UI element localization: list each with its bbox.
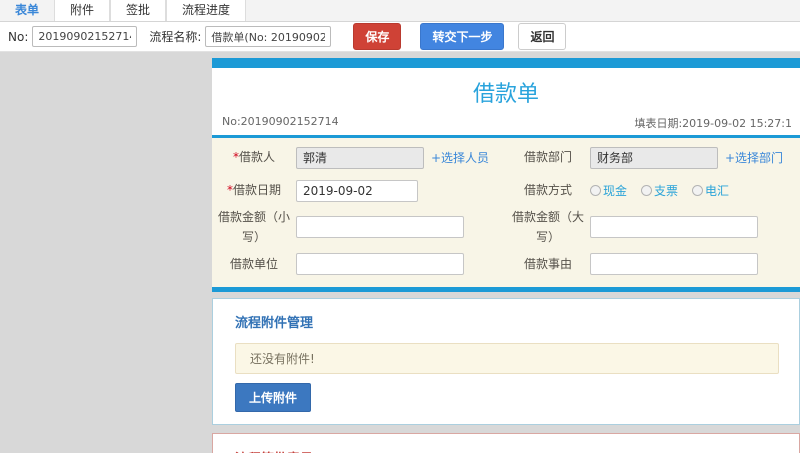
form-left-column: *借款人 +选择人员 *借款日期 借款金额（小写） [212, 141, 506, 281]
borrower-label: *借款人 [232, 150, 275, 165]
form-date-text: 填表日期:2019-09-02 15:27:1 [634, 117, 792, 130]
no-attachment-message: 还没有附件! [235, 342, 779, 374]
form-number-text: No:20190902152714 [222, 115, 339, 128]
attachment-section: 流程附件管理 还没有附件! 上传附件 [212, 297, 800, 425]
amount-lower-label: 借款金额（小写） [217, 210, 290, 245]
loan-reason-input[interactable] [590, 253, 758, 276]
no-label: No: [8, 29, 29, 44]
page-title: 借款单 [472, 82, 539, 107]
tab-bar: 表单 附件 签批 流程进度 [0, 0, 800, 22]
borrower-input[interactable] [296, 146, 424, 169]
amount-upper-input[interactable] [590, 216, 758, 239]
radio-circle-icon [641, 185, 653, 196]
form-meta-row: No:20190902152714 填表日期:2019-09-02 15:27:… [212, 113, 800, 135]
approval-section: 流程签批意见 B I abc [212, 432, 800, 453]
toolbar: No: 流程名称: 保存 转交下一步 返回 [0, 22, 800, 52]
content-area: 借款单 No:20190902152714 填表日期:2019-09-02 15… [0, 52, 800, 453]
no-input[interactable] [32, 26, 138, 47]
forward-next-step-button[interactable]: 转交下一步 [420, 23, 505, 50]
loan-reason-row: 借款事由 [506, 248, 800, 281]
department-label: 借款部门 [523, 150, 572, 165]
amount-upper-label: 借款金额（大写） [511, 210, 584, 245]
tab-approval[interactable]: 签批 [110, 0, 167, 21]
loan-date-input[interactable] [296, 179, 418, 202]
form-right-column: 借款部门 +选择部门 借款方式 现金 支票 电汇 [506, 141, 800, 281]
loan-form-card: 借款单 No:20190902152714 填表日期:2019-09-02 15… [212, 58, 800, 292]
loan-unit-row: 借款单位 [212, 248, 506, 281]
select-person-link[interactable]: +选择人员 [431, 149, 489, 166]
process-name-label: 流程名称: [149, 30, 202, 44]
form-top-accent-bar [212, 58, 800, 68]
process-name-input[interactable] [205, 26, 332, 47]
loan-unit-label: 借款单位 [229, 257, 278, 272]
radio-circle-icon [692, 185, 704, 196]
amount-lower-input[interactable] [296, 216, 464, 239]
radio-circle-icon [590, 185, 601, 196]
radio-cheque[interactable]: 支票 [641, 182, 678, 199]
left-gutter [0, 52, 212, 453]
amount-lower-row: 借款金额（小写） [212, 207, 506, 248]
loan-date-label: *借款日期 [226, 183, 281, 198]
loan-date-row: *借款日期 [212, 174, 506, 207]
back-button[interactable]: 返回 [518, 23, 567, 50]
main-panel: 借款单 No:20190902152714 填表日期:2019-09-02 15… [212, 52, 800, 453]
save-button[interactable]: 保存 [353, 23, 402, 50]
radio-wire-transfer[interactable]: 电汇 [692, 182, 729, 199]
form-bottom-accent-bar [212, 286, 800, 292]
tab-form[interactable]: 表单 [0, 0, 54, 21]
loan-form-grid: *借款人 +选择人员 *借款日期 借款金额（小写） [212, 138, 800, 287]
radio-cash[interactable]: 现金 [590, 182, 627, 199]
attachment-section-heading: 流程附件管理 [235, 315, 314, 331]
select-department-link[interactable]: +选择部门 [725, 149, 783, 166]
loan-reason-label: 借款事由 [523, 257, 572, 272]
tab-attachments[interactable]: 附件 [54, 0, 111, 21]
department-input[interactable] [590, 146, 718, 169]
approval-section-heading: 流程签批意见 [235, 448, 779, 453]
tab-progress[interactable]: 流程进度 [166, 0, 247, 21]
amount-upper-row: 借款金额（大写） [506, 207, 800, 248]
borrower-row: *借款人 +选择人员 [212, 141, 506, 174]
upload-attachment-button[interactable]: 上传附件 [235, 382, 312, 412]
loan-method-label: 借款方式 [523, 183, 572, 198]
loan-method-row: 借款方式 现金 支票 电汇 [506, 174, 800, 207]
department-row: 借款部门 +选择部门 [506, 141, 800, 174]
loan-unit-input[interactable] [296, 253, 464, 276]
